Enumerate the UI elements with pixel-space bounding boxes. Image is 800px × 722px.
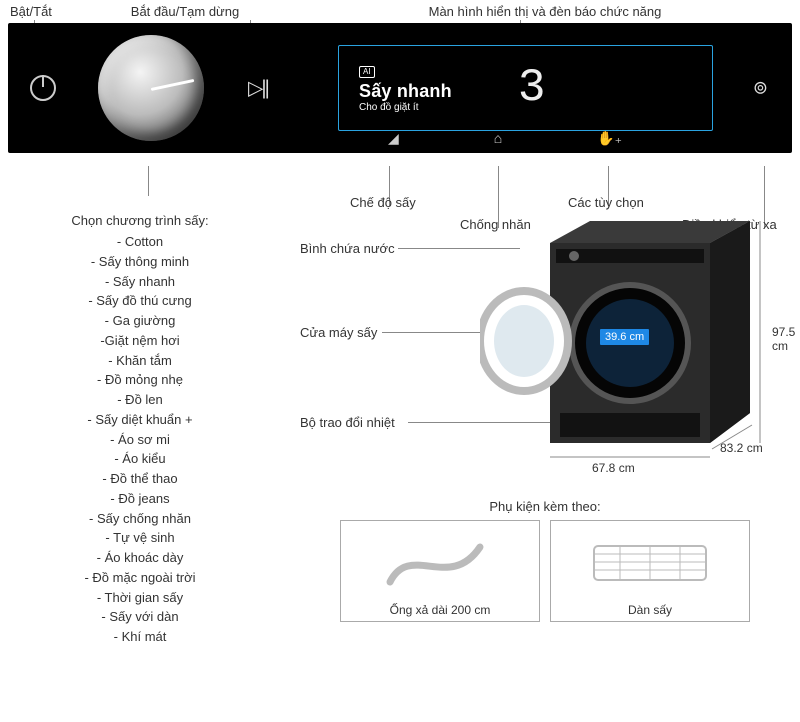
remote-control-icon[interactable]: ⊚ <box>753 78 768 99</box>
start-pause-button[interactable]: ▷|| <box>248 76 268 101</box>
accessory-hose: Ống xả dài 200 cm <box>340 520 540 622</box>
program-item: - Thời gian sấy <box>10 588 270 608</box>
label-door: Cửa máy sấy <box>300 325 377 340</box>
machine-diagram: Bình chứa nước Cửa máy sấy Bộ trao đổi n… <box>300 213 790 493</box>
accessory-rack-label: Dàn sấy <box>628 603 672 617</box>
program-item: - Áo kiểu <box>10 449 270 469</box>
program-item: - Sấy chống nhăn <box>10 509 270 529</box>
program-item: - Áo sơ mi <box>10 430 270 450</box>
accessory-hose-label: Ống xả dài 200 cm <box>390 603 491 617</box>
time-segment: 3 <box>518 62 546 114</box>
program-item: - Sấy diệt khuẩn + <box>10 410 270 430</box>
power-button[interactable] <box>30 75 56 101</box>
program-item: - Sấy với dàn <box>10 607 270 627</box>
label-dry-mode: Chế độ sấy <box>350 195 416 210</box>
dim-depth: 83.2 cm <box>720 441 763 455</box>
ai-badge: AI <box>359 66 375 78</box>
label-display: Màn hình hiển thị và đèn báo chức năng <box>300 4 790 19</box>
options-icon[interactable]: ✋₊ <box>597 130 622 147</box>
function-icons: ◢ ⌂ ✋₊ <box>338 130 713 147</box>
program-item: - Ga giường <box>10 311 270 331</box>
program-list: - Cotton- Sấy thông minh- Sấy nhanh- Sấy… <box>10 232 270 647</box>
dim-width: 67.8 cm <box>592 461 635 475</box>
program-column: Chọn chương trình sấy: - Cotton- Sấy thô… <box>10 213 270 647</box>
under-labels: Chế độ sấy Chống nhăn Các tùy chọn Điều … <box>0 159 800 213</box>
lower-section: Chọn chương trình sấy: - Cotton- Sấy thô… <box>0 213 800 647</box>
program-item: - Khí mát <box>10 627 270 647</box>
label-water-tank: Bình chứa nước <box>300 241 395 256</box>
program-dial[interactable] <box>98 35 204 141</box>
program-item: - Đồ mặc ngoài trời <box>10 568 270 588</box>
program-item: - Sấy thông minh <box>10 252 270 272</box>
program-name: Sấy nhanh <box>359 80 452 103</box>
hose-icon <box>380 521 500 603</box>
dim-height: 97.5 cm <box>772 325 795 353</box>
display-screen: AI Sấy nhanh Cho đồ giặt ít 3 <box>338 45 713 131</box>
program-item: - Tự vệ sinh <box>10 528 270 548</box>
program-subtitle: Cho đồ giặt ít <box>359 102 452 115</box>
program-item: -Giặt nệm hơi <box>10 331 270 351</box>
program-item: - Khăn tắm <box>10 351 270 371</box>
control-panel: ▷|| AI Sấy nhanh Cho đồ giặt ít 3 ◢ ⌂ ✋₊… <box>8 23 792 153</box>
accessories-row: Ống xả dài 200 cm Dàn sấy <box>300 520 790 622</box>
label-power: Bật/Tắt <box>10 4 70 19</box>
rack-icon <box>580 521 720 603</box>
program-item: - Đồ len <box>10 390 270 410</box>
program-list-title: Chọn chương trình sấy: <box>10 213 270 228</box>
accessory-rack: Dàn sấy <box>550 520 750 622</box>
dry-mode-icon[interactable]: ◢ <box>388 130 399 147</box>
program-item: - Đồ jeans <box>10 489 270 509</box>
accessories-title: Phụ kiện kèm theo: <box>300 499 790 514</box>
drum-diameter: 39.6 cm <box>600 329 649 345</box>
program-item: - Cotton <box>10 232 270 252</box>
label-options: Các tùy chọn <box>568 195 644 210</box>
anti-wrinkle-icon[interactable]: ⌂ <box>494 130 502 147</box>
top-labels: Bật/Tắt Bắt đầu/Tạm dừng Màn hình hiển t… <box>0 0 800 21</box>
program-item: - Áo khoác dày <box>10 548 270 568</box>
program-item: - Sấy nhanh <box>10 272 270 292</box>
program-item: - Đồ thể thao <box>10 469 270 489</box>
program-item: - Sấy đồ thú cưng <box>10 291 270 311</box>
label-start: Bắt đầu/Tạm dừng <box>70 4 300 19</box>
right-column: Bình chứa nước Cửa máy sấy Bộ trao đổi n… <box>270 213 790 647</box>
label-heat-exchanger: Bộ trao đổi nhiệt <box>300 415 395 430</box>
program-item: - Đồ mỏng nhẹ <box>10 370 270 390</box>
